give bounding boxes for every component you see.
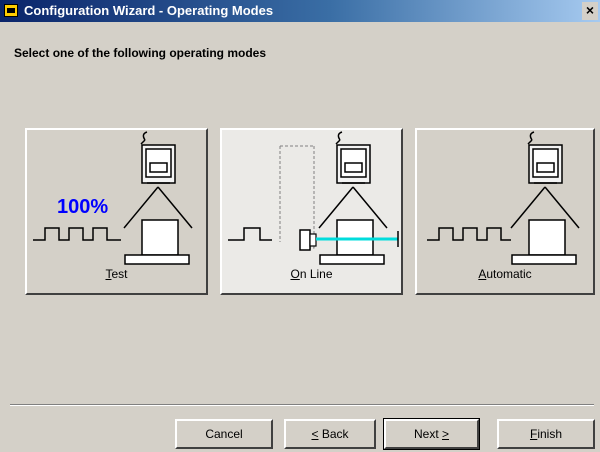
pulse-wave-icon xyxy=(427,227,511,241)
footer-separator xyxy=(10,404,594,406)
mode-online-button[interactable]: On Line xyxy=(220,128,403,295)
wizard-window: Configuration Wizard - Operating Modes ×… xyxy=(0,0,600,452)
cancel-button[interactable]: Cancel xyxy=(175,419,273,449)
close-button[interactable]: × xyxy=(582,2,598,20)
mode-automatic-label: Automatic xyxy=(478,267,532,281)
conveyor-item-icon xyxy=(511,219,577,265)
mode-automatic-button[interactable]: Automatic xyxy=(415,128,595,295)
window-title: Configuration Wizard - Operating Modes xyxy=(24,3,274,18)
back-button[interactable]: < Back xyxy=(284,419,376,449)
percent-text: 100% xyxy=(57,196,108,218)
next-button[interactable]: Next > xyxy=(383,418,480,450)
mode-online-label: On Line xyxy=(290,267,333,281)
scanner-icon xyxy=(527,131,563,184)
conveyor-item-icon xyxy=(319,219,385,265)
instruction-text: Select one of the following operating mo… xyxy=(14,46,267,60)
mode-test-label: Test xyxy=(105,267,128,281)
pulse-wave-icon xyxy=(228,227,272,241)
conveyor-item-icon xyxy=(124,219,190,265)
pulse-wave-icon xyxy=(33,227,121,241)
app-icon xyxy=(4,4,18,17)
scanner-icon xyxy=(140,131,176,184)
mode-test-button[interactable]: 100% Test xyxy=(25,128,208,295)
scanner-icon xyxy=(335,131,371,184)
finish-button[interactable]: Finish xyxy=(497,419,595,449)
close-icon: × xyxy=(585,2,595,18)
title-bar[interactable]: Configuration Wizard - Operating Modes × xyxy=(0,0,600,22)
